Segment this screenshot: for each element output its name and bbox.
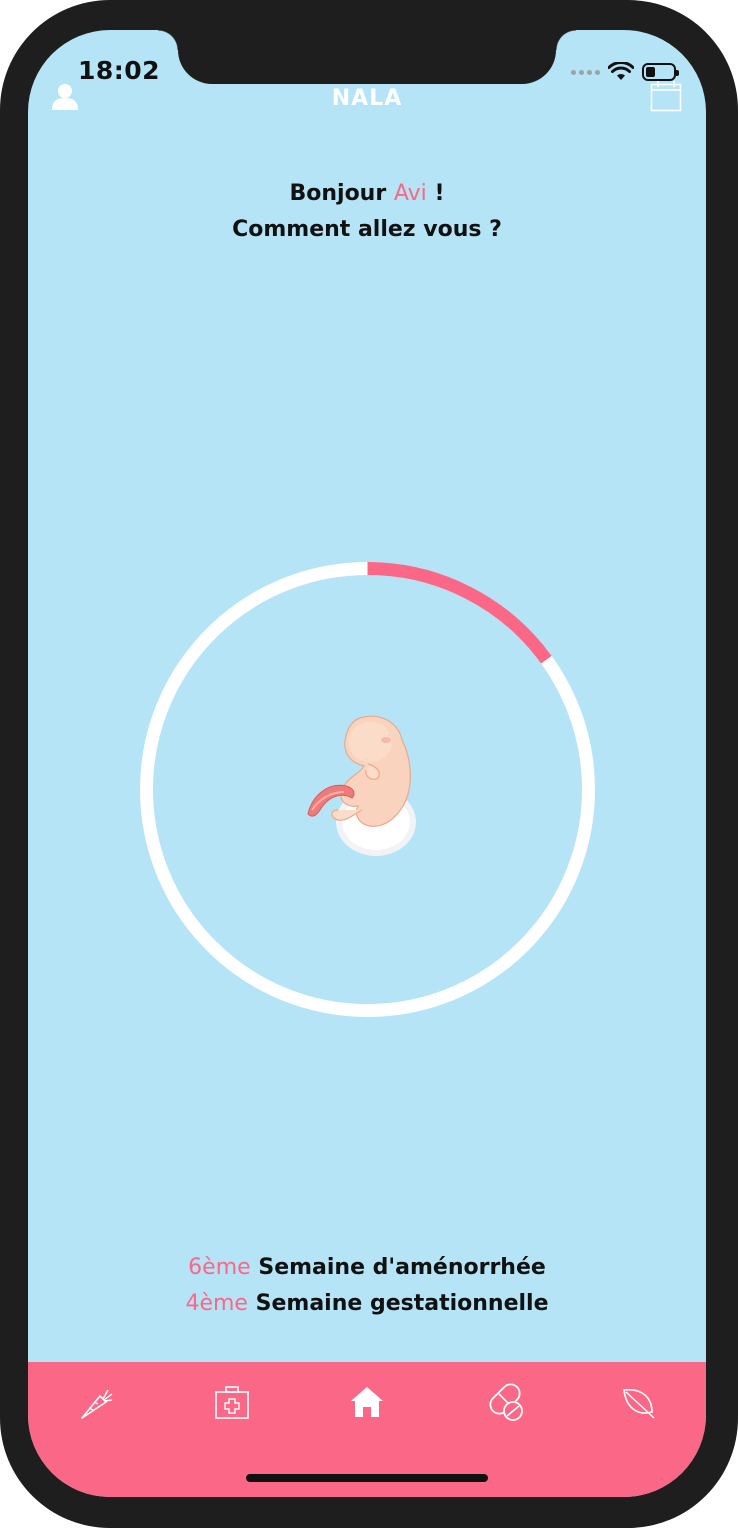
home-indicator — [246, 1474, 488, 1482]
pregnancy-weeks: 6ème Semaine d'aménorrhée 4ème Semaine g… — [28, 1250, 706, 1322]
carrot-icon[interactable] — [76, 1382, 116, 1422]
app-title: NALA — [331, 86, 403, 111]
week-label: Semaine d'aménorrhée — [258, 1255, 546, 1280]
greeting-line-2: Comment allez vous ? — [232, 217, 502, 242]
greeting-suffix: ! — [434, 181, 445, 206]
week-label: Semaine gestationnelle — [255, 1291, 549, 1316]
phone-frame: 18:02 NALA Bonjour Avi ! Comment allez v… — [0, 0, 738, 1528]
signal-icon — [571, 69, 600, 75]
week-number: 4ème — [185, 1291, 248, 1316]
medical-kit-icon[interactable] — [212, 1382, 252, 1422]
app-screen: 18:02 NALA Bonjour Avi ! Comment allez v… — [28, 30, 706, 1497]
week-amenorrhea: 6ème Semaine d'aménorrhée — [28, 1250, 706, 1286]
greeting-prefix: Bonjour — [289, 181, 387, 206]
greeting: Bonjour Avi ! Comment allez vous ? — [28, 176, 706, 248]
calendar-icon[interactable] — [650, 80, 682, 112]
device-notch — [158, 30, 576, 84]
pills-icon[interactable] — [482, 1378, 528, 1424]
battery-icon — [642, 63, 679, 81]
week-gestational: 4ème Semaine gestationnelle — [28, 1286, 706, 1322]
status-time: 18:02 — [78, 56, 161, 85]
week-number: 6ème — [188, 1255, 251, 1280]
wifi-icon — [608, 62, 634, 80]
user-name: Avi — [393, 181, 427, 206]
embryo-illustration — [307, 715, 416, 856]
home-icon[interactable] — [347, 1382, 387, 1422]
leaf-icon[interactable] — [618, 1382, 658, 1422]
greeting-line-1: Bonjour Avi ! — [28, 176, 706, 212]
